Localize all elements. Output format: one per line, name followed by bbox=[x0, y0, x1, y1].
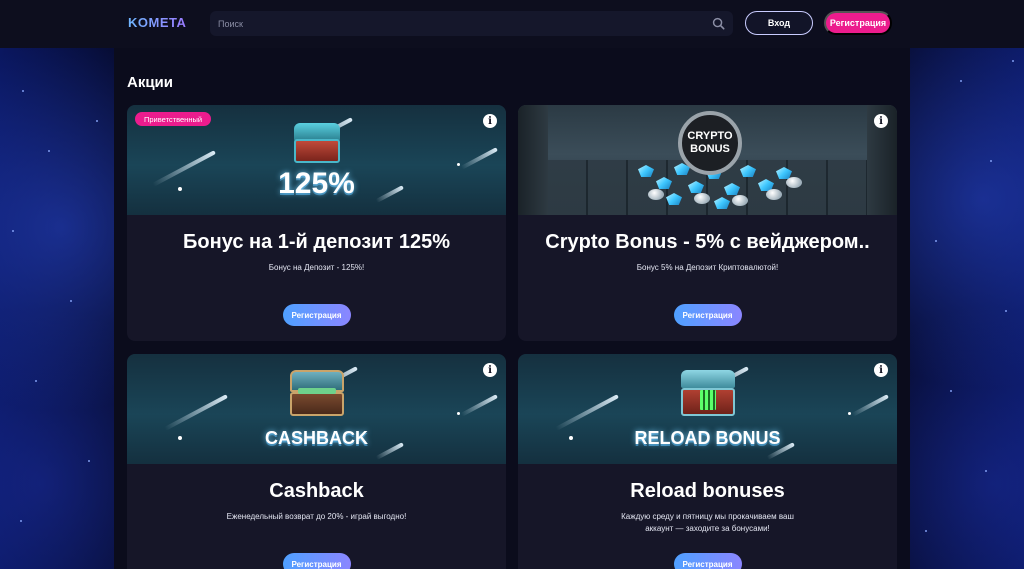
promo-card-first-deposit[interactable]: 125% Приветственный i Бонус на 1-й депоз… bbox=[127, 105, 506, 341]
promo-description: Каждую среду и пятницу мы прокачиваем ва… bbox=[621, 512, 794, 533]
search-input[interactable] bbox=[210, 11, 733, 36]
welcome-badge: Приветственный bbox=[135, 112, 212, 126]
promo-description: Бонус на Депозит - 125%! bbox=[268, 263, 365, 272]
promo-register-button[interactable]: Регистрация bbox=[673, 304, 742, 326]
promo-title: Cashback bbox=[269, 480, 364, 502]
search-icon[interactable] bbox=[712, 17, 725, 30]
promo-banner: CRYPTO BONUS bbox=[518, 105, 897, 215]
promo-banner: RELOAD BONUS bbox=[518, 354, 897, 464]
page-title: Акции bbox=[127, 74, 174, 91]
promo-title: Reload bonuses bbox=[630, 480, 785, 502]
crypto-bonus-coin: CRYPTO BONUS bbox=[678, 111, 742, 175]
promo-title: Crypto Bonus - 5% с вейджером.. bbox=[545, 231, 870, 253]
info-icon[interactable]: i bbox=[874, 114, 888, 128]
banner-reload-text: RELOAD BONUS bbox=[634, 428, 781, 448]
promo-card-reload-bonus[interactable]: RELOAD BONUS i Reload bonuses Каждую сре… bbox=[518, 354, 897, 569]
info-icon[interactable]: i bbox=[874, 363, 888, 377]
top-header: KOMETA Вход Регистрация bbox=[0, 0, 1024, 48]
coin-text-line1: CRYPTO bbox=[687, 130, 733, 142]
kometa-logo[interactable]: KOMETA bbox=[128, 15, 186, 30]
banner-percent-text: 125% bbox=[278, 167, 355, 200]
info-icon[interactable]: i bbox=[483, 114, 497, 128]
info-icon[interactable]: i bbox=[483, 363, 497, 377]
promo-register-button[interactable]: Регистрация bbox=[282, 304, 351, 326]
banner-cashback-text: CASHBACK bbox=[265, 428, 368, 448]
promo-description: Еженедельный возврат до 20% - играй выго… bbox=[226, 512, 407, 521]
promo-description: Бонус 5% на Депозит Криптовалютой! bbox=[636, 263, 779, 272]
promo-banner: CASHBACK bbox=[127, 354, 506, 464]
promo-title: Бонус на 1-й депозит 125% bbox=[183, 231, 450, 253]
promo-card-cashback[interactable]: CASHBACK i Cashback Еженедельный возврат… bbox=[127, 354, 506, 569]
treasure-chest-icon bbox=[293, 123, 340, 163]
promo-register-button[interactable]: Регистрация bbox=[673, 553, 742, 569]
register-button[interactable]: Регистрация bbox=[824, 11, 892, 35]
search-bar[interactable] bbox=[210, 11, 733, 36]
promo-card-crypto-bonus[interactable]: CRYPTO BONUS i Crypto Bonus - 5% с вейдж… bbox=[518, 105, 897, 341]
promo-register-button[interactable]: Регистрация bbox=[282, 553, 351, 569]
coin-text-line2: BONUS bbox=[690, 143, 730, 155]
cashback-chest-icon bbox=[289, 370, 344, 416]
login-button[interactable]: Вход bbox=[745, 11, 813, 35]
reload-chest-icon bbox=[680, 370, 735, 416]
